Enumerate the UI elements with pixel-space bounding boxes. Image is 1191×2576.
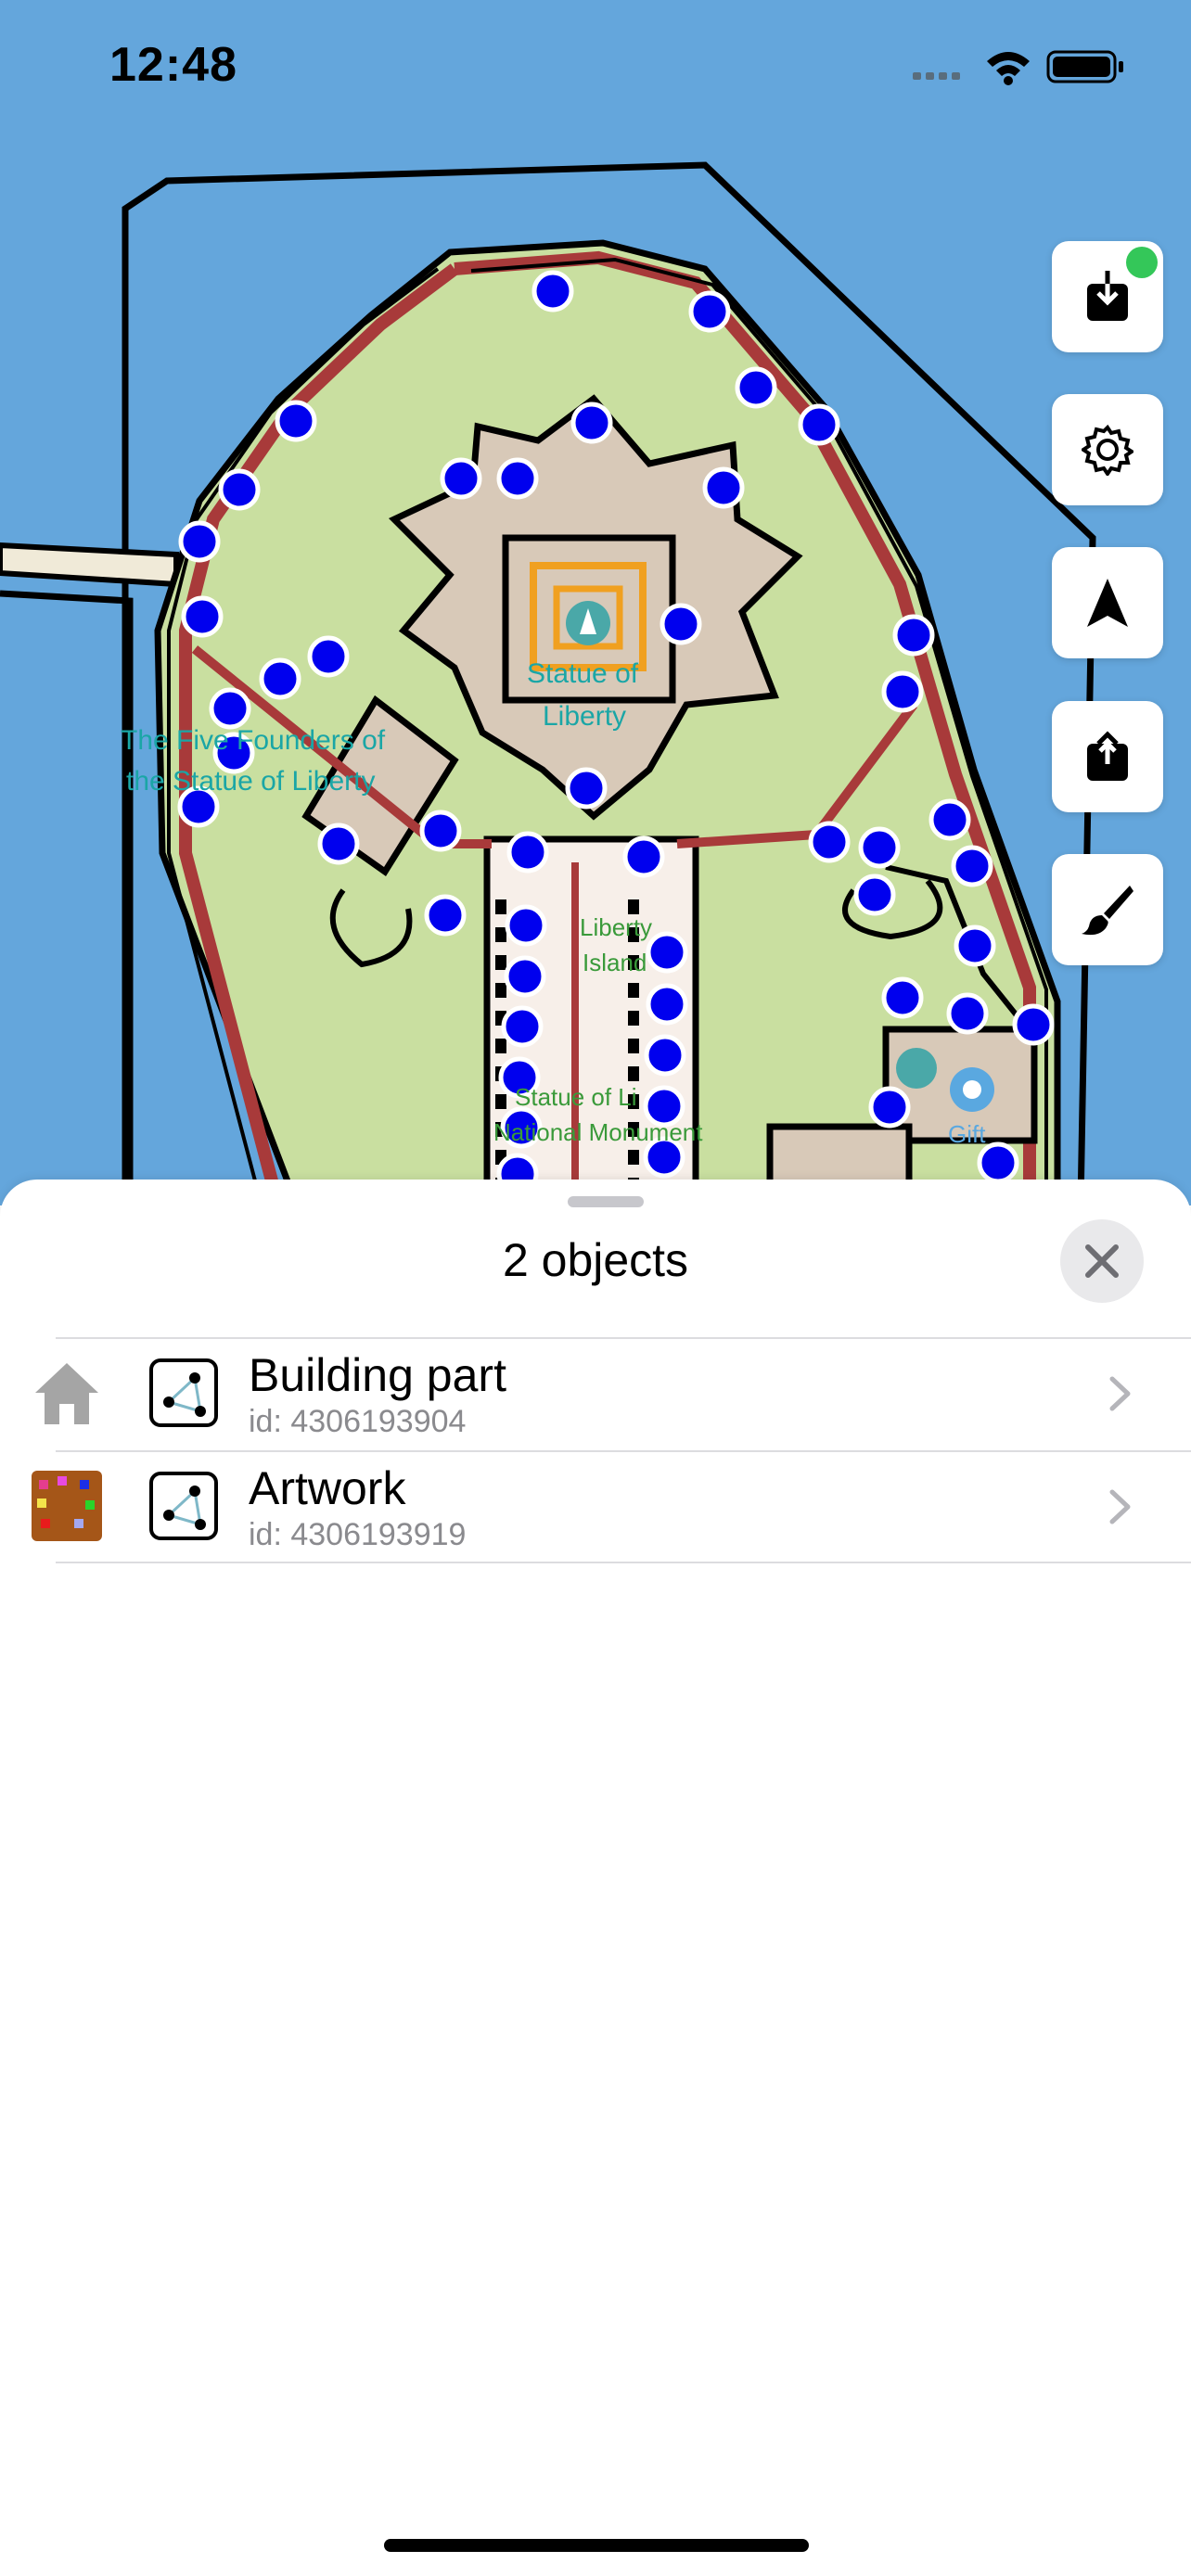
toilets-icon: [896, 1048, 937, 1089]
map-view[interactable]: Statue of Liberty The Five Founders of t…: [0, 0, 1191, 1205]
sheet-grabber[interactable]: [568, 1196, 644, 1207]
chevron-right-icon: [1109, 1376, 1131, 1411]
close-icon: [1085, 1244, 1119, 1278]
map-label: Island: [583, 949, 647, 976]
battery-icon: [1046, 50, 1123, 83]
brush-icon: [1082, 886, 1133, 936]
home-indicator[interactable]: [384, 2539, 809, 2552]
bottom-sheet[interactable]: 2 objects Building part id: 4306193904 A…: [0, 1180, 1191, 2576]
divider: [56, 1450, 1191, 1452]
gear-icon: [1082, 424, 1133, 476]
location-button[interactable]: [1052, 547, 1163, 658]
pier: [0, 542, 179, 588]
divider: [56, 1337, 1191, 1339]
status-icons: [913, 48, 1135, 90]
house-icon: [35, 1363, 98, 1424]
chevron-right-icon: [1109, 1489, 1131, 1524]
map-label: Liberty: [580, 913, 653, 941]
map-label: the Statue of Liberty: [126, 766, 376, 797]
map-label: Liberty: [543, 701, 627, 732]
download-badge: [1126, 247, 1158, 278]
divider: [56, 1562, 1191, 1563]
upload-button[interactable]: [1052, 701, 1163, 812]
close-button[interactable]: [1060, 1219, 1144, 1303]
polygon-icon: [149, 1472, 218, 1540]
item-id: id: 4306193919: [249, 1517, 467, 1552]
paint-button[interactable]: [1052, 854, 1163, 965]
download-icon: [1087, 271, 1128, 321]
upload-icon: [1087, 731, 1128, 781]
item-title: Building part: [249, 1349, 506, 1401]
object-list: Building part id: 4306193904 Artwork id:…: [0, 1337, 1191, 1563]
map-canvas[interactable]: [0, 0, 1191, 1205]
cellular-icon: [913, 72, 960, 80]
wifi-icon: [987, 52, 1030, 85]
sheet-title: 2 objects: [502, 1234, 689, 1286]
status-time: 12:48: [109, 38, 237, 92]
item-id: id: 4306193904: [249, 1404, 467, 1439]
map-label: Statue of: [527, 658, 639, 689]
location-arrow-icon: [1087, 579, 1128, 627]
item-title: Artwork: [249, 1462, 406, 1514]
artwork-icon: [32, 1471, 102, 1541]
map-label: The Five Founders of: [121, 725, 386, 756]
settings-button[interactable]: [1052, 394, 1163, 505]
map-label: Gift: [948, 1120, 986, 1148]
list-item-building-part[interactable]: Building part id: 4306193904: [0, 1337, 1191, 1450]
status-bar: 12:48: [0, 0, 1191, 130]
map-label: National Monument: [493, 1118, 703, 1146]
polygon-icon: [149, 1358, 218, 1427]
map-label: Statue of Li: [515, 1083, 637, 1111]
download-button[interactable]: [1052, 241, 1163, 352]
list-item-artwork[interactable]: Artwork id: 4306193919: [0, 1450, 1191, 1563]
